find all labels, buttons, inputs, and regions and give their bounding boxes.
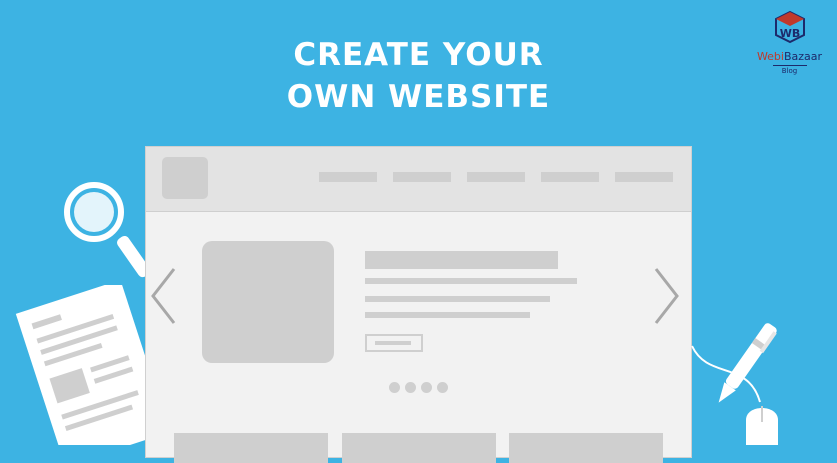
nav-placeholder	[319, 172, 377, 182]
chevron-right-icon[interactable]	[652, 265, 682, 327]
nav-placeholder	[393, 172, 451, 182]
button-placeholder[interactable]	[365, 334, 423, 352]
monogram-icon: WB	[774, 10, 805, 44]
carousel-dot[interactable]	[389, 382, 400, 393]
chevron-left-icon[interactable]	[148, 265, 178, 327]
card-placeholder	[342, 433, 496, 463]
hero-image-placeholder	[202, 241, 334, 363]
magnifier-icon	[64, 182, 151, 278]
document-icon	[15, 285, 155, 445]
website-mockup	[145, 146, 692, 463]
headline-line-2: OWN WEBSITE	[286, 79, 551, 115]
mouse-icon	[691, 345, 778, 445]
mockup-header	[146, 147, 691, 212]
brand-name-part2: Bazaar	[783, 50, 823, 63]
headline: CREATE YOUR OWN WEBSITE	[0, 34, 837, 118]
card-placeholder	[174, 433, 328, 463]
brand-name: WebiBazaar	[752, 50, 827, 63]
carousel-dot[interactable]	[421, 382, 432, 393]
headline-line-1: CREATE YOUR	[293, 37, 544, 73]
svg-text:WB: WB	[779, 27, 800, 40]
title-placeholder	[365, 251, 558, 269]
brand-name-part1: Webi	[756, 50, 784, 63]
text-line-placeholder	[365, 312, 530, 318]
carousel-dot[interactable]	[437, 382, 448, 393]
card-placeholder	[509, 433, 663, 463]
text-line-placeholder	[365, 278, 577, 284]
nav-placeholder	[467, 172, 525, 182]
brand-tagline: Blog	[772, 65, 807, 75]
text-line-placeholder	[365, 296, 550, 302]
nav-placeholder	[615, 172, 673, 182]
nav-placeholder	[541, 172, 599, 182]
logo-placeholder	[162, 157, 208, 199]
brand-logo[interactable]: WB WebiBazaar Blog	[752, 10, 827, 75]
carousel-dot[interactable]	[405, 382, 416, 393]
